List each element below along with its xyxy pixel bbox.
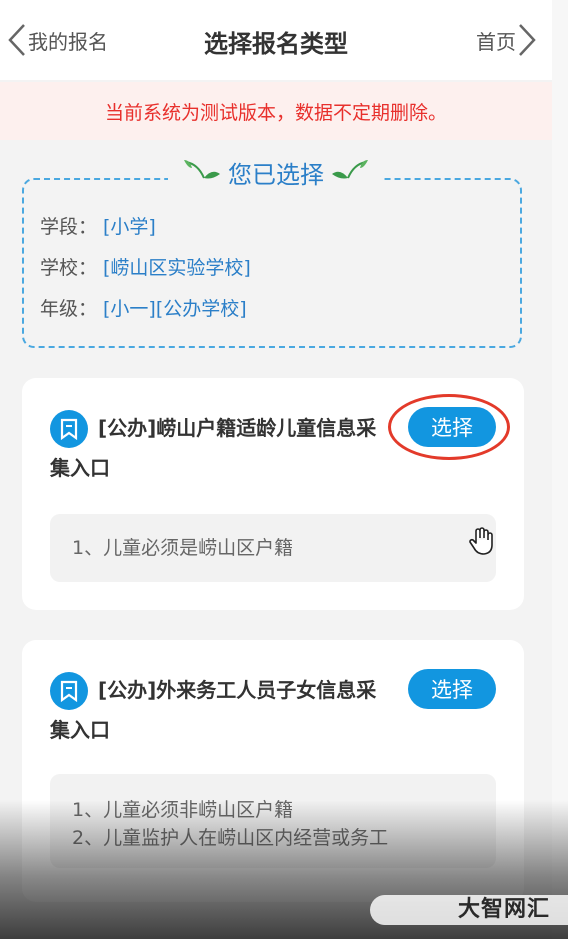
home-button[interactable]: 首页 [476, 22, 538, 58]
card-title-line2: 集入口 [50, 718, 110, 742]
stage-label: 学段： [40, 216, 98, 238]
card-title-line2: 集入口 [50, 456, 110, 480]
school-row: 学校： [崂山区实验学校] [40, 253, 251, 280]
stage-value: [小学] [103, 216, 156, 238]
leaf-left-icon [182, 158, 222, 186]
card-title: [公办]外来务工人员子女信息采 集入口 [50, 670, 376, 750]
card-title-line1: [公办]外来务工人员子女信息采 [98, 678, 377, 702]
watermark-logo: 大智网汇 [458, 897, 551, 922]
home-label: 首页 [476, 29, 516, 54]
hand-cursor-icon [466, 526, 496, 560]
requirements-box: 1、儿童必须是崂山区户籍 [50, 514, 496, 582]
leaf-right-icon [330, 158, 370, 186]
top-navigation-bar: 我的报名 选择报名类型 首页 [0, 0, 552, 80]
grade-row: 年级： [小一][公办学校] [40, 294, 247, 321]
requirements-box: 1、儿童必须非崂山区户籍 2、儿童监护人在崂山区内经营或务工 [50, 774, 496, 868]
requirement-item: 2、儿童监护人在崂山区内经营或务工 [72, 827, 389, 849]
grade-label: 年级： [40, 298, 98, 320]
card-title-line1: [公办]崂山户籍适龄儿童信息采 [98, 416, 377, 440]
stage-row: 学段： [小学] [40, 212, 156, 239]
requirement-item: 1、儿童必须是崂山区户籍 [72, 537, 294, 559]
selected-heading: 您已选择 [168, 154, 384, 190]
page-title: 选择报名类型 [204, 30, 348, 58]
selected-heading-text: 您已选择 [228, 160, 324, 189]
chevron-right-icon [516, 22, 538, 58]
test-version-notice: 当前系统为测试版本，数据不定期删除。 [0, 82, 552, 140]
select-button[interactable]: 选择 [408, 669, 496, 709]
registration-card-migrant: [公办]外来务工人员子女信息采 集入口 选择 1、儿童必须非崂山区户籍 2、儿童… [22, 640, 524, 902]
grade-value: [小一][公办学校] [103, 298, 247, 320]
card-title: [公办]崂山户籍适龄儿童信息采 集入口 [50, 408, 376, 488]
select-button[interactable]: 选择 [408, 407, 496, 447]
registration-card-local: [公办]崂山户籍适龄儿童信息采 集入口 选择 1、儿童必须是崂山区户籍 [22, 378, 524, 610]
requirement-item: 1、儿童必须非崂山区户籍 [72, 799, 294, 821]
school-value: [崂山区实验学校] [103, 257, 251, 279]
right-edge-strip [552, 0, 568, 939]
school-label: 学校： [40, 257, 98, 279]
